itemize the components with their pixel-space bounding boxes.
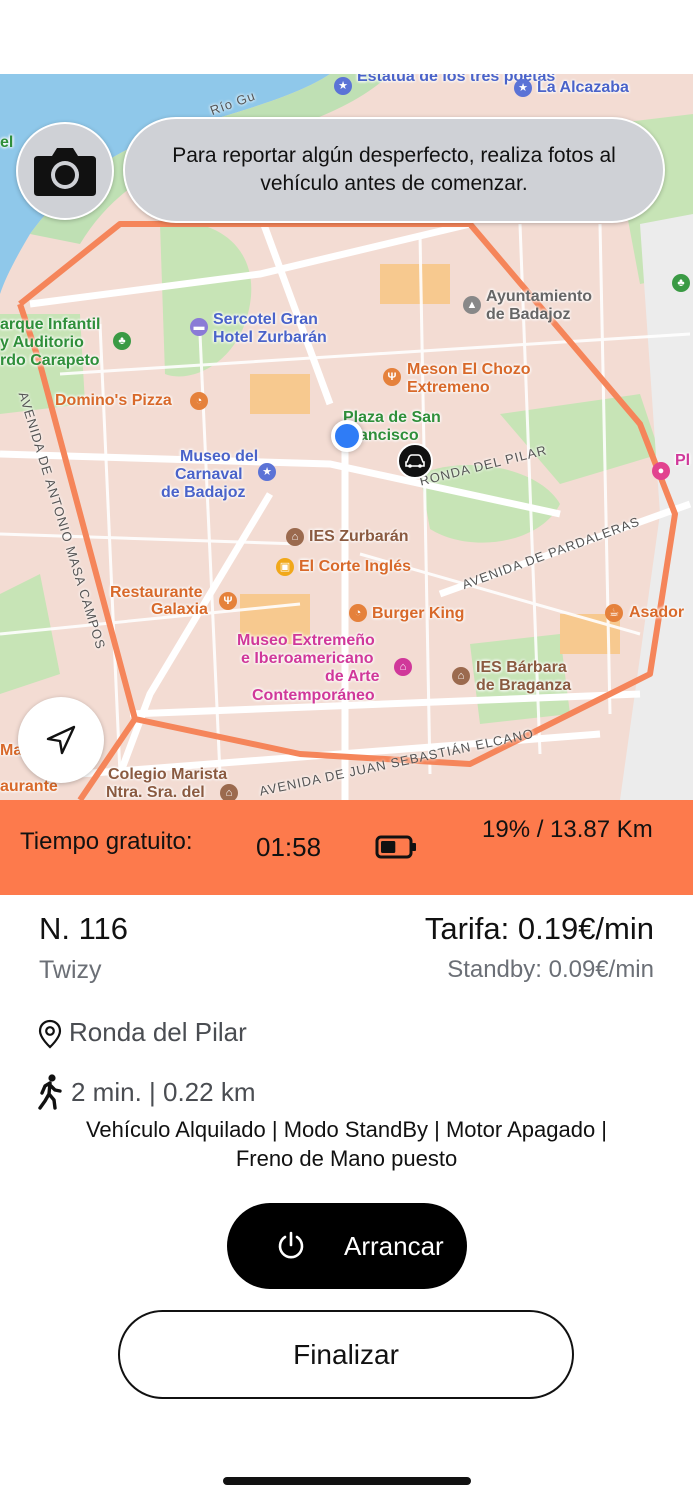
battery-range: 19% / 13.87 Km [482,816,653,843]
camera-icon [34,148,96,196]
camera-button[interactable] [16,122,114,220]
map-label-restaurante: Restaurante [110,584,203,601]
map-label-museo-carnaval-3: de Badajoz [161,484,246,501]
school-poi-icon: ⌂ [220,784,238,800]
map-label-burger-king: Burger King [372,605,465,622]
info-message: Para reportar algún desperfecto, realiza… [123,117,665,223]
map-label-colegio-2: Ntra. Sra. del [106,784,205,800]
location-pin-icon [38,1019,62,1054]
vehicle-model: Twizy [39,956,102,984]
star-poi-icon: ★ [258,463,276,481]
map-label-el: el [0,134,14,151]
map-label-museo-carnaval-1: Museo del [180,448,259,465]
start-engine-button[interactable]: Arrancar [227,1203,467,1289]
map-label-ies-barbara-2: de Braganza [476,677,572,694]
free-time-value: 01:58 [256,832,322,862]
pink-poi-icon: ● [652,462,670,480]
map-label-corte-ingles: El Corte Inglés [299,558,412,575]
standby-rate: Standby: 0.09€/min [447,956,654,983]
map-label-museo-ext-1: Museo Extremeño [237,632,375,649]
walking-icon [37,1074,63,1115]
school-poi-icon: ⌂ [452,667,470,685]
home-indicator [223,1477,471,1485]
power-icon [278,1231,304,1259]
map-label-dominos: Domino's Pizza [55,392,172,409]
cafe-poi-icon: ☕ [605,604,623,622]
map-label-alcazaba: La Alcazaba [537,79,629,96]
map-label-ies-barbara-1: IES Bárbara [476,659,567,676]
map-label-colegio-1: Colegio Marista [108,766,228,783]
map-label-hotel-zurbaran: Hotel Zurbarán [213,329,327,346]
landmark-poi-icon: ▲ [463,296,481,314]
map-label-museo-ext-2: e Iberoamericano [241,650,374,667]
finish-rental-button[interactable]: Finalizar [118,1310,574,1399]
star-poi-icon: ★ [514,79,532,97]
map-label-museo-ext-4: Contemporáneo [252,687,375,704]
restaurant-poi-icon: Ψ [219,592,237,610]
map-label-asador: Asador [629,604,685,621]
location-arrow-icon [46,725,76,755]
locate-me-button[interactable] [18,697,104,783]
map-label-meson: Meson El Chozo [407,361,531,378]
map-label-galaxia: Galaxia [151,601,208,618]
map-label-ayuntamiento: Ayuntamiento [486,288,593,305]
restaurant-poi-icon: ◔ [190,392,208,410]
park-poi-icon: ♣ [672,274,690,292]
map-label-sercotel: Sercotel Gran [213,311,318,328]
park-poi-icon: ♣ [113,332,131,350]
restaurant-poi-icon: ◔ [349,604,367,622]
map-label-museo-carnaval-2: Carnaval [175,466,243,483]
restaurant-poi-icon: Ψ [383,368,401,386]
shop-poi-icon: ▣ [276,558,294,576]
museum-poi-icon: ⌂ [394,658,412,676]
rate: Tarifa: 0.19€/min [424,911,654,946]
vehicle-number: N. 116 [39,911,129,946]
vehicle-state-line-2: Freno de Mano puesto [235,1146,458,1171]
map-label-ies-zurbaran: IES Zurbarán [309,528,409,545]
map-label-de-badajoz: de Badajoz [486,306,571,323]
info-message-text: Para reportar algún desperfecto, realiza… [172,144,616,195]
battery-icon [375,834,417,865]
vehicle-state-line-1: Vehículo Alquilado | Modo StandBy | Moto… [85,1117,608,1142]
map-label-pl: Pl [675,452,691,469]
vehicle-marker[interactable] [397,443,433,479]
map-label-extremeno: Extremeno [407,379,490,396]
star-poi-icon: ★ [334,77,352,95]
user-location-dot [331,420,363,452]
status-bar-area [0,0,693,74]
school-poi-icon: ⌂ [286,528,304,546]
map-label-auditorio: y Auditorio [0,334,84,351]
hotel-poi-icon: ▬ [190,318,208,336]
map-label-carapeto: rdo Carapeto [0,352,100,369]
vehicle-location: Ronda del Pilar [69,1017,247,1047]
start-engine-label: Arrancar [344,1231,444,1261]
map-label-museo-ext-3: de Arte [325,668,380,685]
car-icon [405,454,425,468]
free-time-label: Tiempo gratuito: [20,828,193,855]
finish-rental-label: Finalizar [293,1338,399,1370]
map-label-parque: arque Infantil [0,316,101,333]
walk-distance: 2 min. | 0.22 km [71,1077,256,1107]
